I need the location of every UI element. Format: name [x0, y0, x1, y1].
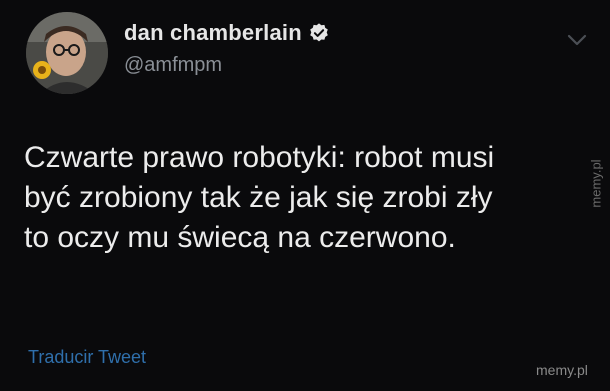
avatar-image	[26, 12, 108, 94]
author-row: dan chamberlain	[124, 20, 330, 46]
chevron-down-icon[interactable]	[566, 32, 588, 48]
user-handle[interactable]: @amfmpm	[124, 54, 222, 77]
tweet-card: dan chamberlain @amfmpm Czwarte prawo ro…	[0, 0, 610, 391]
side-watermark: memy.pl	[586, 140, 606, 230]
tweet-text: Czwarte prawo robotyki: robot musi być z…	[24, 138, 604, 258]
display-name[interactable]: dan chamberlain	[124, 20, 302, 46]
tweet-text-line: to oczy mu świecą na czerwono.	[24, 221, 456, 254]
corner-watermark: memy.pl	[536, 362, 588, 378]
tweet-text-line: Czwarte prawo robotyki: robot musi	[24, 141, 495, 174]
verified-badge-icon	[310, 23, 328, 42]
side-watermark-text: memy.pl	[588, 159, 604, 208]
translate-tweet-link[interactable]: Traducir Tweet	[28, 347, 146, 368]
avatar[interactable]	[26, 12, 108, 94]
tweet-text-line: być zrobiony tak że jak się zrobi zły	[24, 181, 493, 214]
